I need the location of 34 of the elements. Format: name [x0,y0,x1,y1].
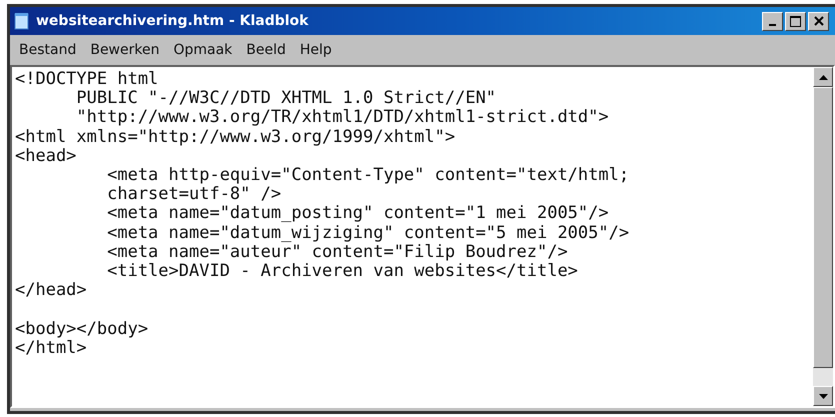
close-icon [814,16,824,26]
up-arrow-icon [818,74,828,80]
notepad-icon [14,12,30,30]
menu-item[interactable]: Beeld [239,42,293,58]
menu-item[interactable]: Bestand [12,42,84,58]
menu-item[interactable]: Opmaak [166,42,240,58]
menu-item[interactable]: Bewerken [83,42,166,58]
code-line: charset=utf-8" /> [106,185,282,204]
code-line: <meta http-equiv="Content-Type" content="text/html; [106,166,630,186]
maximize-button[interactable] [785,12,806,30]
scroll-up-button[interactable] [813,67,833,87]
scroll-thumb[interactable] [813,87,833,368]
menu-item[interactable]: Help [292,42,339,58]
scroll-down-button[interactable] [813,386,833,406]
code-line: <meta name="datum_wijziging" content="5 mei 2005"/> [106,224,630,243]
code-line: <html xmlns="http://www.w3.org/1999/xhtml"> [15,128,456,147]
text-area[interactable] [10,65,835,408]
scrollbar[interactable] [813,67,833,406]
code-line: <!DOCTYPE html [15,70,158,90]
code-line: <meta name="auteur" content="Filip Boudrez"/> [106,242,568,262]
code-line: </html> [15,338,87,358]
code-line: "http://www.w3.org/TR/xhtml1/DTD/xhtml1-strict.dtd"> [75,108,609,128]
minimize-button[interactable] [762,12,783,30]
code-line: </head> [15,281,87,300]
code-line: PUBLIC "-//W3C//DTD XHTML 1.0 Strict//EN" [75,89,496,108]
close-button[interactable] [808,12,829,30]
code-line: <meta name="datum_posting" content="1 mei 2005"/> [106,204,609,224]
code-line: <title>DAVID - Archiveren van websites</title> [106,262,578,282]
window-title: websitearchivering.htm - Kladblok [36,13,310,29]
code-line: <body></body> [15,320,148,339]
down-arrow-icon [818,394,828,398]
code-line: <head> [15,146,76,166]
minimize-icon [769,24,776,26]
maximize-icon [790,16,801,26]
